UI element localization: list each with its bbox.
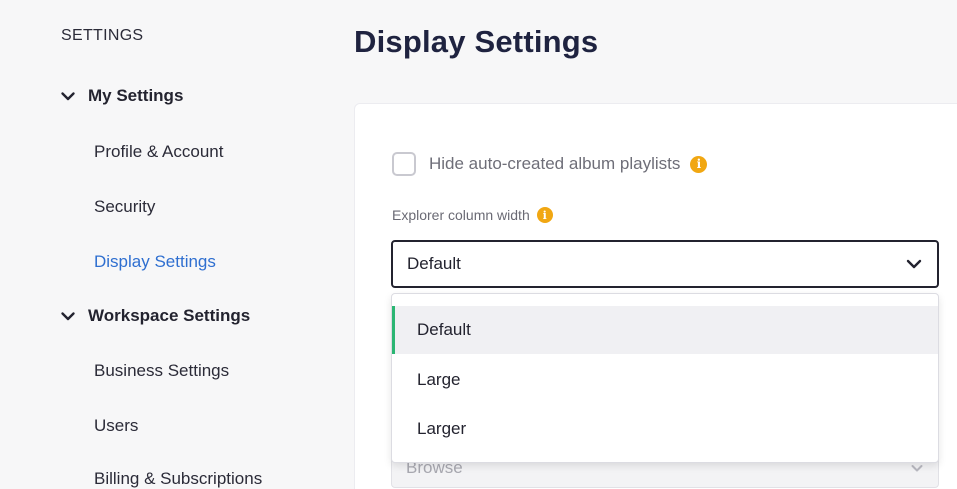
column-width-label-row: Explorer column width i bbox=[392, 207, 553, 223]
column-width-label: Explorer column width bbox=[392, 207, 530, 223]
chevron-down-icon bbox=[61, 92, 75, 101]
sidebar-item-business-settings[interactable]: Business Settings bbox=[94, 361, 229, 381]
sidebar-header: SETTINGS bbox=[61, 27, 144, 44]
column-width-dropdown-menu: Default Large Larger bbox=[391, 293, 939, 463]
info-icon[interactable]: i bbox=[690, 155, 708, 173]
settings-page: SETTINGS My Settings Profile & Account S… bbox=[0, 0, 957, 489]
hide-playlists-checkbox[interactable] bbox=[392, 152, 416, 176]
settings-sidebar: SETTINGS My Settings Profile & Account S… bbox=[0, 0, 340, 489]
info-icon[interactable]: i bbox=[536, 207, 553, 223]
sidebar-item-display-settings[interactable]: Display Settings bbox=[94, 252, 216, 272]
hide-playlists-label[interactable]: Hide auto-created album playlists bbox=[429, 154, 680, 174]
hide-playlists-row: Hide auto-created album playlists i bbox=[392, 152, 708, 176]
workspace-settings-section-toggle[interactable]: Workspace Settings bbox=[60, 306, 250, 326]
my-settings-section-toggle[interactable]: My Settings bbox=[60, 86, 183, 106]
my-settings-label: My Settings bbox=[88, 86, 184, 105]
column-width-select[interactable]: Default bbox=[391, 240, 939, 288]
dropdown-option-large[interactable]: Large bbox=[392, 356, 938, 404]
chevron-down-icon bbox=[911, 465, 923, 472]
sidebar-item-profile-account[interactable]: Profile & Account bbox=[94, 142, 223, 162]
workspace-settings-label: Workspace Settings bbox=[88, 306, 251, 325]
sidebar-item-users[interactable]: Users bbox=[94, 416, 138, 436]
dropdown-option-default[interactable]: Default bbox=[392, 306, 938, 354]
dropdown-option-larger[interactable]: Larger bbox=[392, 405, 938, 453]
chevron-down-icon bbox=[61, 312, 75, 321]
sidebar-item-security[interactable]: Security bbox=[94, 197, 155, 217]
column-width-selected-value: Default bbox=[407, 254, 461, 273]
chevron-down-icon bbox=[906, 259, 922, 269]
page-title: Display Settings bbox=[354, 24, 599, 59]
sidebar-item-billing-subscriptions[interactable]: Billing & Subscriptions bbox=[94, 469, 262, 489]
